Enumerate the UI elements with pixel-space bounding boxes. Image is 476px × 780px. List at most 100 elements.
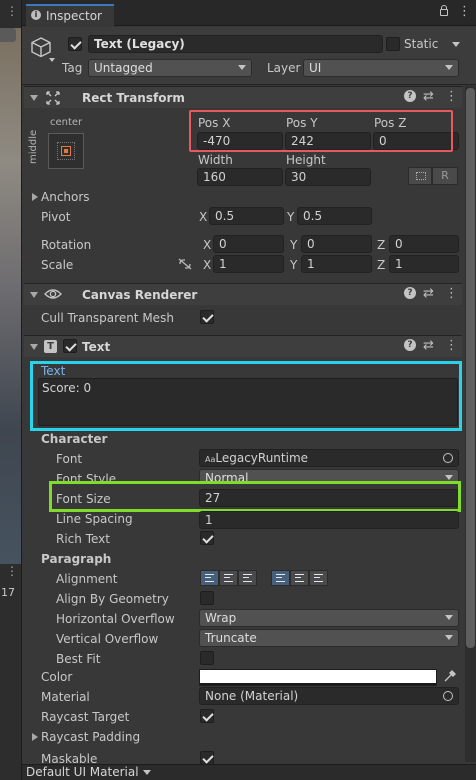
chevron-down-icon <box>143 770 151 775</box>
anchors-fold-icon[interactable] <box>32 193 38 201</box>
chevron-down-icon <box>445 65 453 70</box>
pivot-y-axis: Y <box>287 210 295 224</box>
material-label: Material <box>41 690 90 704</box>
anchors-label[interactable]: Anchors <box>41 190 90 204</box>
alignment-label: Alignment <box>56 572 118 586</box>
presets-icon[interactable]: ⇄ <box>423 338 434 353</box>
text-enabled-checkbox[interactable] <box>63 339 77 353</box>
chevron-down-icon <box>238 65 246 70</box>
scale-y-field[interactable]: 1 <box>301 255 372 273</box>
pivot-x-axis: X <box>199 210 208 224</box>
static-dropdown-arrow[interactable] <box>452 42 460 47</box>
object-picker-icon[interactable] <box>443 453 453 463</box>
align-right-button[interactable] <box>238 570 257 586</box>
scene-overlay-pill <box>0 28 16 42</box>
blueprint-mode-button[interactable] <box>408 167 432 185</box>
icon-dropdown-arrow[interactable] <box>49 58 55 62</box>
paragraph-label: Paragraph <box>41 552 112 566</box>
height-field[interactable]: 30 <box>285 168 371 186</box>
rect-transform-header[interactable]: Rect Transform ? ⇄ ⋮ <box>24 86 462 108</box>
anchor-presets-button[interactable] <box>48 133 84 169</box>
object-picker-icon[interactable] <box>443 691 453 701</box>
h-overflow-value: Wrap <box>205 611 237 625</box>
component-menu-icon[interactable]: ⋮ <box>445 338 458 353</box>
align-center-button[interactable] <box>219 570 238 586</box>
pivot-x-field[interactable]: 0.5 <box>209 207 284 225</box>
width-label: Width <box>198 153 233 167</box>
material-field[interactable]: None (Material) <box>199 687 459 705</box>
pivot-y-field[interactable]: 0.5 <box>297 207 372 225</box>
constrain-proportions-icon[interactable] <box>178 258 192 273</box>
raycast-target-checkbox[interactable] <box>200 709 214 723</box>
best-fit-checkbox[interactable] <box>200 651 214 665</box>
line-spacing-label: Line Spacing <box>56 512 133 526</box>
align-left-button[interactable] <box>200 570 219 586</box>
font-value: LegacyRuntime <box>215 451 309 465</box>
align-by-geometry-label: Align By Geometry <box>56 592 169 606</box>
v-overflow-label: Vertical Overflow <box>56 632 159 646</box>
help-icon[interactable]: ? <box>404 287 416 299</box>
more-options-icon-2[interactable]: ⋮ <box>6 565 18 577</box>
static-checkbox[interactable] <box>386 37 400 51</box>
tag-dropdown[interactable]: Untagged <box>88 59 252 77</box>
eyedropper-icon[interactable] <box>443 670 456 686</box>
align-bottom-button[interactable] <box>309 570 328 586</box>
line-spacing-field[interactable]: 1 <box>199 511 459 529</box>
fold-arrow-icon[interactable] <box>30 95 38 101</box>
tab-menu-icon[interactable]: ⋮ <box>458 5 471 19</box>
static-label: Static <box>404 37 439 51</box>
rot-y-field[interactable]: 0 <box>301 235 372 253</box>
color-alpha-bar <box>200 683 436 685</box>
layer-dropdown[interactable]: UI <box>303 59 459 77</box>
canvas-renderer-header[interactable]: Canvas Renderer ? ⇄ ⋮ <box>24 283 462 305</box>
maskable-checkbox[interactable] <box>200 751 214 765</box>
active-checkbox[interactable] <box>68 37 82 51</box>
width-field[interactable]: 160 <box>197 168 283 186</box>
rot-z-field[interactable]: 0 <box>389 235 459 253</box>
align-top-icon <box>276 574 285 582</box>
rect-transform-icon <box>46 91 60 108</box>
font-field[interactable]: AaLegacyRuntime <box>199 449 459 467</box>
eye-icon <box>44 287 62 304</box>
component-menu-icon[interactable]: ⋮ <box>445 286 458 301</box>
raw-edit-label: R <box>441 169 449 182</box>
presets-icon[interactable]: ⇄ <box>423 89 434 104</box>
component-menu-icon[interactable]: ⋮ <box>445 89 458 104</box>
more-options-icon[interactable]: ⋮ <box>6 5 18 17</box>
scale-z-field[interactable]: 1 <box>389 255 459 273</box>
align-middle-button[interactable] <box>290 570 309 586</box>
position-highlight-box <box>189 110 453 152</box>
text-component-title: Text <box>82 340 111 354</box>
raw-edit-button[interactable]: R <box>432 167 458 185</box>
scale-label: Scale <box>41 258 74 272</box>
presets-icon[interactable]: ⇄ <box>423 286 434 301</box>
tab-inspector[interactable]: i Inspector <box>26 4 114 26</box>
material-preview-dropdown[interactable]: Default UI Material <box>26 765 154 780</box>
color-label: Color <box>41 670 73 684</box>
tag-label: Tag <box>62 61 83 75</box>
scrollbar-thumb[interactable] <box>466 88 475 648</box>
rich-text-checkbox[interactable] <box>200 531 214 545</box>
lock-icon[interactable] <box>440 9 448 16</box>
help-icon[interactable]: ? <box>404 339 416 351</box>
scale-x-field[interactable]: 1 <box>213 255 284 273</box>
color-field[interactable] <box>199 669 437 686</box>
align-by-geometry-checkbox[interactable] <box>200 591 214 605</box>
rot-z-axis: Z <box>377 238 386 252</box>
info-icon: i <box>31 10 41 20</box>
help-icon[interactable]: ? <box>404 90 416 102</box>
align-top-button[interactable] <box>271 570 290 586</box>
raycast-padding-fold-icon[interactable] <box>32 733 38 741</box>
rot-y-axis: Y <box>290 238 298 252</box>
cull-transparent-checkbox[interactable] <box>200 310 214 324</box>
raycast-padding-label[interactable]: Raycast Padding <box>41 730 140 744</box>
chevron-down-icon <box>445 475 453 480</box>
fold-arrow-icon[interactable] <box>30 292 38 298</box>
scale-x-axis: X <box>203 258 212 272</box>
text-component-header[interactable]: T Text ? ⇄ ⋮ <box>24 335 462 357</box>
h-overflow-dropdown[interactable]: Wrap <box>199 609 459 627</box>
object-name-field[interactable]: Text (Legacy) <box>88 35 383 53</box>
rot-x-field[interactable]: 0 <box>213 235 284 253</box>
v-overflow-dropdown[interactable]: Truncate <box>199 629 459 647</box>
fold-arrow-icon[interactable] <box>30 344 38 350</box>
